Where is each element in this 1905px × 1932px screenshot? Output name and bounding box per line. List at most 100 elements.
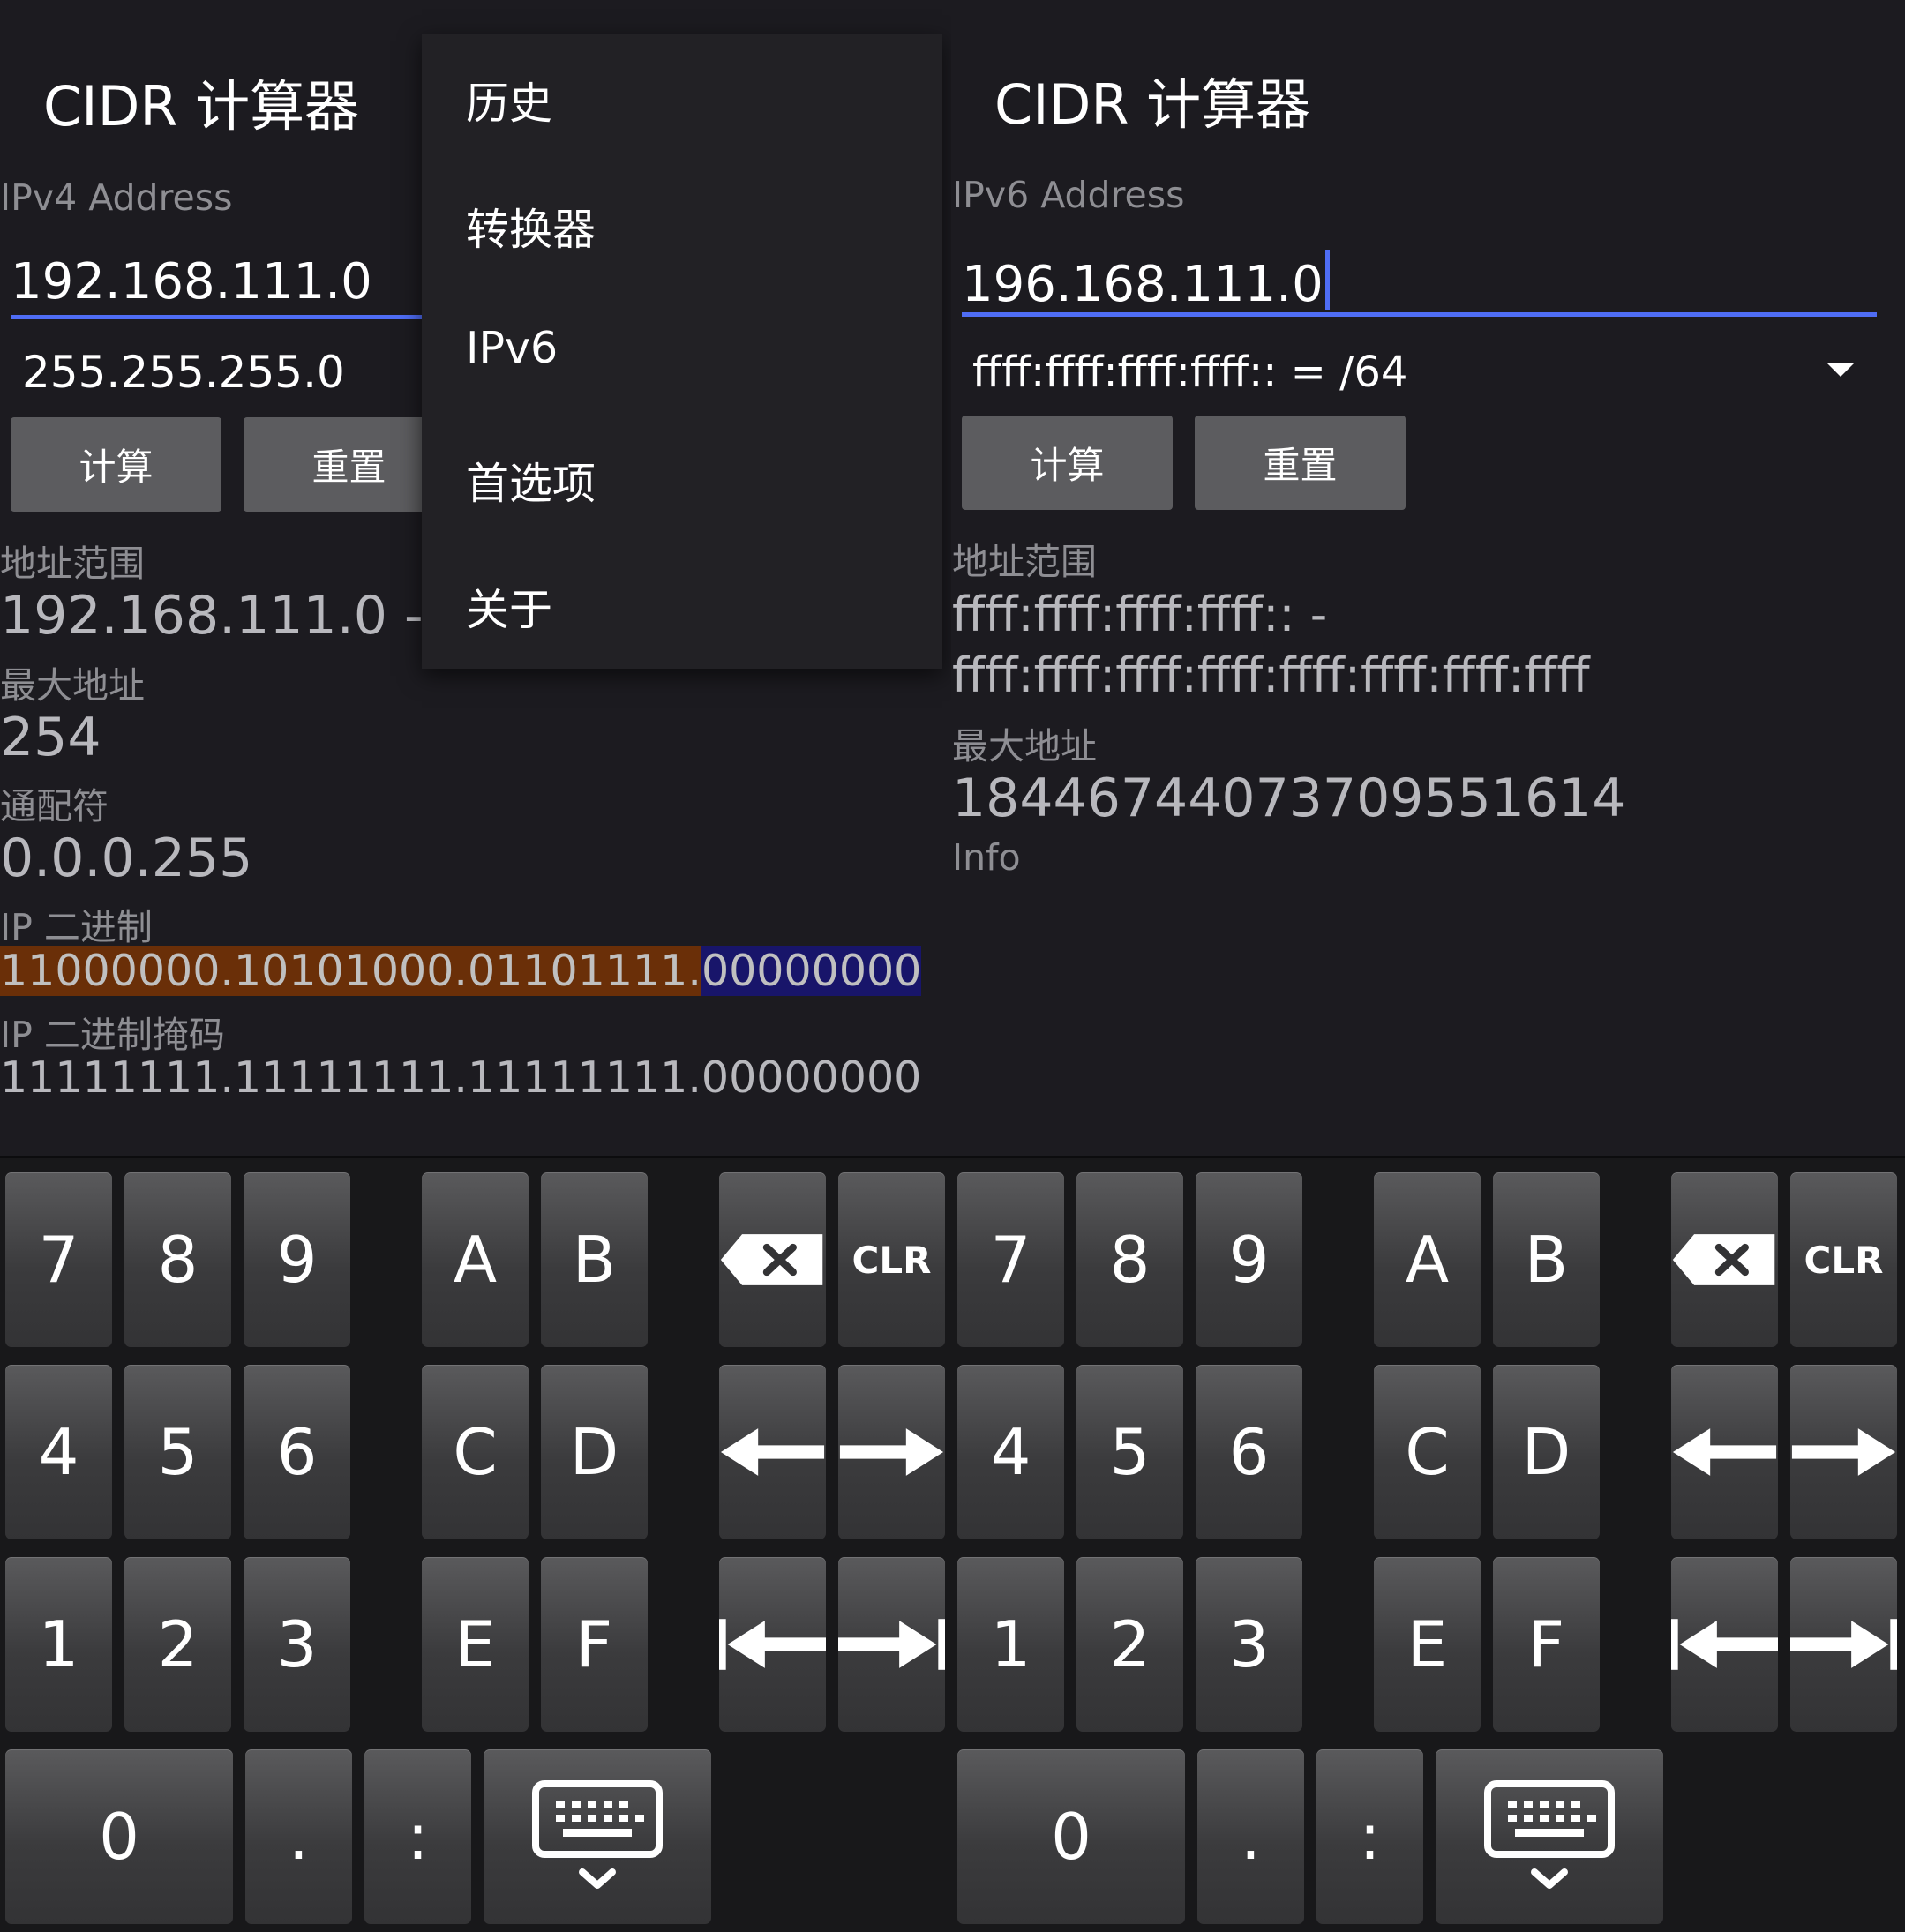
menu-item-about[interactable]: 关于 xyxy=(466,575,552,638)
subnet-mask-select[interactable]: 255.255.255.0 xyxy=(22,347,345,398)
key-8[interactable]: 8 xyxy=(1076,1172,1183,1347)
menu-item-history[interactable]: 历史 xyxy=(466,69,552,131)
cursor-end-key[interactable] xyxy=(838,1557,945,1732)
address-range-value: 192.168.111.0 - 1 xyxy=(0,585,474,647)
key-colon[interactable]: : xyxy=(1316,1749,1423,1924)
arrow-end-icon xyxy=(838,1619,945,1670)
key-3[interactable]: 3 xyxy=(1196,1557,1302,1732)
backspace-icon xyxy=(720,1234,823,1285)
menu-item-preferences[interactable]: 首选项 xyxy=(466,449,596,512)
key-0[interactable]: 0 xyxy=(5,1749,233,1924)
key-a[interactable]: A xyxy=(422,1172,529,1347)
key-d[interactable]: D xyxy=(1493,1365,1600,1539)
key-1[interactable]: 1 xyxy=(957,1557,1064,1732)
cursor-right-key[interactable] xyxy=(838,1365,945,1539)
menu-item-ipv6[interactable]: IPv6 xyxy=(466,323,558,373)
ip-binary-value: 11000000.10101000.01101111.00000000 xyxy=(0,946,922,996)
key-9[interactable]: 9 xyxy=(244,1172,350,1347)
key-5[interactable]: 5 xyxy=(124,1365,231,1539)
clear-key[interactable]: CLR xyxy=(1790,1172,1897,1347)
key-4[interactable]: 4 xyxy=(957,1365,1064,1539)
ipv6-address-label: IPv6 Address xyxy=(952,174,1185,216)
max-addresses-value: 18446744073709551614 xyxy=(952,768,1626,829)
address-range-label: 地址范围 xyxy=(952,541,1097,583)
calculate-button[interactable]: 计算 xyxy=(11,417,221,512)
cursor-left-key[interactable] xyxy=(719,1365,826,1539)
arrow-left-icon xyxy=(720,1428,825,1476)
key-d[interactable]: D xyxy=(541,1365,648,1539)
backspace-key[interactable] xyxy=(1671,1172,1778,1347)
arrow-right-icon xyxy=(839,1428,944,1476)
dropdown-arrow-icon[interactable] xyxy=(1826,363,1855,377)
key-7[interactable]: 7 xyxy=(5,1172,112,1347)
key-7[interactable]: 7 xyxy=(957,1172,1064,1347)
reset-button[interactable]: 重置 xyxy=(1195,416,1406,510)
key-9[interactable]: 9 xyxy=(1196,1172,1302,1347)
max-addresses-value: 254 xyxy=(0,707,101,768)
key-dot[interactable]: . xyxy=(245,1749,352,1924)
cursor-home-key[interactable] xyxy=(719,1557,826,1732)
key-0[interactable]: 0 xyxy=(957,1749,1185,1924)
key-c[interactable]: C xyxy=(422,1365,529,1539)
info-label: Info xyxy=(952,836,1021,879)
wildcard-value: 0.0.0.255 xyxy=(0,827,253,889)
ipv6-calculator-panel: CIDR 计算器 IPv6 Address 196.168.111.0 ffff… xyxy=(952,0,1905,1156)
key-e[interactable]: E xyxy=(422,1557,529,1732)
menu-item-converter[interactable]: 转换器 xyxy=(466,195,596,258)
key-6[interactable]: 6 xyxy=(1196,1365,1302,1539)
ipv4-address-input[interactable]: 192.168.111.0 xyxy=(11,253,372,311)
ip-binary-mask-label: IP 二进制掩码 xyxy=(0,1014,225,1056)
prefix-select[interactable]: ffff:ffff:ffff:ffff:: = /64 xyxy=(972,348,1407,397)
key-2[interactable]: 2 xyxy=(124,1557,231,1732)
max-addresses-label: 最大地址 xyxy=(952,725,1097,768)
hex-keyboard: 7 8 9 A B CLR 4 5 6 C D 1 2 3 E F 0 . : xyxy=(0,1156,952,1932)
address-range-end: ffff:ffff:ffff:ffff:ffff:ffff:ffff:ffff xyxy=(952,648,1590,703)
key-4[interactable]: 4 xyxy=(5,1365,112,1539)
hide-keyboard-key[interactable] xyxy=(1436,1749,1663,1924)
ipv4-address-underline xyxy=(11,315,425,319)
ipv4-calculator-panel: CIDR 计算器 IPv4 Address 192.168.111.0 255.… xyxy=(0,0,951,1156)
key-b[interactable]: B xyxy=(1493,1172,1600,1347)
address-range-start: ffff:ffff:ffff:ffff:: - xyxy=(952,587,1328,642)
key-colon[interactable]: : xyxy=(364,1749,471,1924)
ipv6-address-input[interactable]: 196.168.111.0 xyxy=(962,250,1330,313)
key-f[interactable]: F xyxy=(1493,1557,1600,1732)
key-5[interactable]: 5 xyxy=(1076,1365,1183,1539)
binary-network-part: 11000000.10101000.01101111. xyxy=(0,946,701,996)
key-1[interactable]: 1 xyxy=(5,1557,112,1732)
arrow-home-icon xyxy=(1671,1619,1778,1670)
calculate-button[interactable]: 计算 xyxy=(962,416,1173,510)
hide-keyboard-key[interactable] xyxy=(484,1749,711,1924)
arrow-right-icon xyxy=(1791,1428,1896,1476)
ipv4-address-label: IPv4 Address xyxy=(0,176,233,219)
cursor-right-key[interactable] xyxy=(1790,1365,1897,1539)
key-f[interactable]: F xyxy=(541,1557,648,1732)
hex-keyboard: 7 8 9 A B CLR 4 5 6 C D 1 2 3 E F 0 . : xyxy=(952,1156,1905,1932)
backspace-key[interactable] xyxy=(719,1172,826,1347)
ipv6-address-text: 196.168.111.0 xyxy=(962,256,1324,313)
cursor-home-key[interactable] xyxy=(1671,1557,1778,1732)
binary-host-part: 00000000 xyxy=(701,946,922,996)
key-e[interactable]: E xyxy=(1374,1557,1481,1732)
ip-binary-mask-value: 11111111.11111111.11111111.00000000 xyxy=(0,1052,922,1103)
max-addresses-label: 最大地址 xyxy=(0,664,145,707)
key-3[interactable]: 3 xyxy=(244,1557,350,1732)
key-dot[interactable]: . xyxy=(1197,1749,1304,1924)
key-a[interactable]: A xyxy=(1374,1172,1481,1347)
keyboard-hide-icon xyxy=(532,1780,663,1889)
key-c[interactable]: C xyxy=(1374,1365,1481,1539)
keyboard-hide-icon xyxy=(1484,1780,1615,1889)
cursor-end-key[interactable] xyxy=(1790,1557,1897,1732)
arrow-end-icon xyxy=(1790,1619,1897,1670)
ip-binary-label: IP 二进制 xyxy=(0,906,153,948)
clear-key[interactable]: CLR xyxy=(838,1172,945,1347)
arrow-left-icon xyxy=(1672,1428,1777,1476)
key-b[interactable]: B xyxy=(541,1172,648,1347)
key-8[interactable]: 8 xyxy=(124,1172,231,1347)
text-cursor xyxy=(1324,250,1330,310)
app-bar: CIDR 计算器 xyxy=(952,0,1905,168)
key-2[interactable]: 2 xyxy=(1076,1557,1183,1732)
cursor-left-key[interactable] xyxy=(1671,1365,1778,1539)
backspace-icon xyxy=(1672,1234,1775,1285)
key-6[interactable]: 6 xyxy=(244,1365,350,1539)
